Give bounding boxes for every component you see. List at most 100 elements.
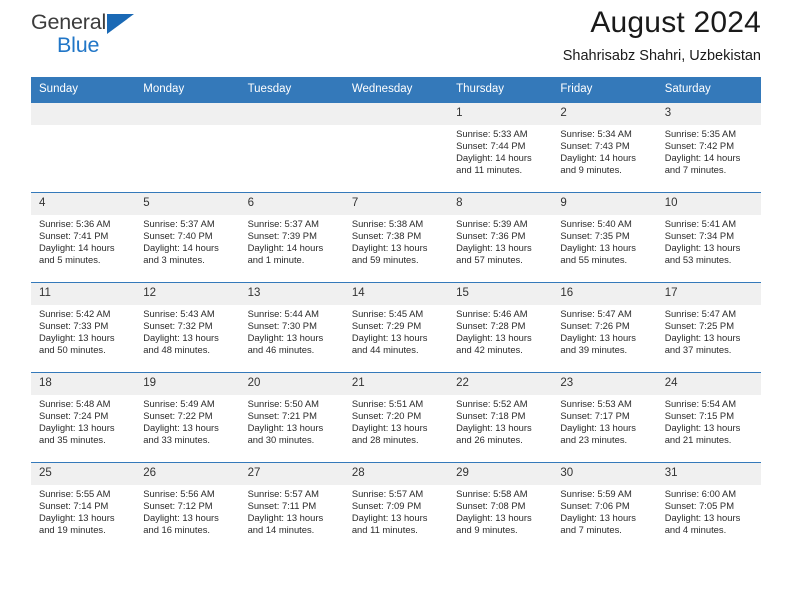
calendar-day-cell[interactable]: 18 Sunrise: 5:48 AM Sunset: 7:24 PM Dayligh… [31, 372, 136, 463]
daylight-duration: Daylight: 13 hours and 19 minutes. [39, 512, 115, 536]
day-details: Sunrise: 5:45 AM Sunset: 7:29 PM Daylight:… [344, 305, 448, 356]
calendar-day-cell[interactable]: 12 Sunrise: 5:43 AM Sunset: 7:32 PM Dayligh… [135, 282, 240, 373]
calendar-day-cell[interactable]: 16 Sunrise: 5:47 AM Sunset: 7:26 PM Dayligh… [552, 282, 657, 373]
calendar-day-cell[interactable]: 20 Sunrise: 5:50 AM Sunset: 7:21 PM Dayligh… [239, 372, 344, 463]
sunset-time: Sunset: 7:22 PM [143, 410, 213, 422]
day-details: Sunrise: 5:58 AM Sunset: 7:08 PM Daylight:… [448, 485, 552, 536]
sunrise-time: Sunrise: 5:51 AM [351, 398, 424, 409]
sunset-time: Sunset: 7:17 PM [560, 410, 630, 422]
calendar-day-cell[interactable]: 5 Sunrise: 5:37 AM Sunset: 7:40 PM Daylight… [135, 192, 240, 283]
day-number: 10 [656, 193, 761, 215]
day-number: 2 [552, 103, 657, 125]
daylight-duration: Daylight: 14 hours and 1 minute. [247, 242, 324, 266]
day-details: Sunrise: 5:43 AM Sunset: 7:32 PM Daylight:… [135, 305, 239, 356]
sunrise-time: Sunrise: 5:50 AM [247, 398, 319, 409]
day-details: Sunrise: 5:39 AM Sunset: 7:36 PM Daylight:… [448, 215, 552, 266]
calendar-day-cell[interactable]: 7 Sunrise: 5:38 AM Sunset: 7:38 PM Daylight… [343, 192, 449, 283]
sunset-time: Sunset: 7:15 PM [664, 410, 734, 422]
generalblue-logo[interactable]: General Blue [31, 11, 151, 57]
calendar-day-cell[interactable]: 30 Sunrise: 5:59 AM Sunset: 7:06 PM Dayligh… [552, 462, 657, 552]
calendar-day-cell[interactable]: 6 Sunrise: 5:37 AM Sunset: 7:39 PM Daylight… [239, 192, 344, 283]
daylight-duration: Daylight: 13 hours and 9 minutes. [456, 512, 532, 536]
sunrise-time: Sunrise: 5:42 AM [39, 308, 111, 319]
sunrise-time: Sunrise: 6:00 AM [664, 488, 737, 499]
day-details: Sunrise: 5:59 AM Sunset: 7:06 PM Daylight:… [552, 485, 656, 536]
daylight-duration: Daylight: 13 hours and 11 minutes. [351, 512, 428, 536]
calendar-day-cell[interactable]: 22 Sunrise: 5:52 AM Sunset: 7:18 PM Dayligh… [448, 372, 553, 463]
day-details: Sunrise: 5:35 AM Sunset: 7:42 PM Daylight:… [657, 125, 761, 176]
sunset-time: Sunset: 7:39 PM [247, 230, 317, 242]
calendar-day-cell[interactable]: 27 Sunrise: 5:57 AM Sunset: 7:11 PM Dayligh… [239, 462, 344, 552]
calendar-day-cell[interactable]: 3 Sunrise: 5:35 AM Sunset: 7:42 PM Daylight… [656, 102, 761, 193]
day-details: Sunrise: 5:56 AM Sunset: 7:12 PM Daylight:… [135, 485, 239, 536]
sunrise-time: Sunrise: 5:38 AM [351, 218, 424, 229]
calendar-day-cell[interactable]: 14 Sunrise: 5:45 AM Sunset: 7:29 PM Dayligh… [343, 282, 449, 373]
calendar-day-cell[interactable]: 19 Sunrise: 5:49 AM Sunset: 7:22 PM Dayligh… [135, 372, 240, 463]
day-details: Sunrise: 5:42 AM Sunset: 7:33 PM Daylight:… [31, 305, 135, 356]
day-details: Sunrise: 5:38 AM Sunset: 7:38 PM Daylight:… [344, 215, 448, 266]
day-number: 9 [552, 193, 657, 215]
day-number: 18 [31, 373, 136, 395]
day-number: 27 [239, 463, 344, 485]
day-number: 5 [135, 193, 240, 215]
sunrise-time: Sunrise: 5:39 AM [456, 218, 528, 229]
calendar-day-cell[interactable]: 10 Sunrise: 5:41 AM Sunset: 7:34 PM Dayligh… [656, 192, 761, 283]
day-details: Sunrise: 5:37 AM Sunset: 7:40 PM Daylight:… [135, 215, 239, 266]
calendar-day-cell[interactable]: 24 Sunrise: 5:54 AM Sunset: 7:15 PM Dayligh… [656, 372, 761, 463]
daylight-duration: Daylight: 13 hours and 37 minutes. [664, 332, 741, 356]
page-subtitle: Shahrisabz Shahri, Uzbekistan [562, 48, 761, 64]
day-details: Sunrise: 5:40 AM Sunset: 7:35 PM Daylight:… [552, 215, 656, 266]
sunrise-time: Sunrise: 5:40 AM [560, 218, 632, 229]
day-number: 11 [31, 283, 136, 305]
day-number: 28 [343, 463, 449, 485]
day-number: 7 [343, 193, 449, 215]
sunset-time: Sunset: 7:11 PM [247, 500, 317, 512]
day-number [343, 103, 449, 125]
calendar-day-cell[interactable]: 4 Sunrise: 5:36 AM Sunset: 7:41 PM Daylight… [31, 192, 136, 283]
sunset-time: Sunset: 7:34 PM [664, 230, 734, 242]
day-details: Sunrise: 5:53 AM Sunset: 7:17 PM Daylight:… [552, 395, 656, 446]
calendar-cell-empty [31, 102, 136, 193]
calendar-day-cell[interactable]: 23 Sunrise: 5:53 AM Sunset: 7:17 PM Dayligh… [552, 372, 657, 463]
calendar-day-cell[interactable]: 11 Sunrise: 5:42 AM Sunset: 7:33 PM Dayligh… [31, 282, 136, 373]
sunrise-time: Sunrise: 5:59 AM [560, 488, 632, 499]
day-number [239, 103, 344, 125]
calendar-day-cell[interactable]: 2 Sunrise: 5:34 AM Sunset: 7:43 PM Daylight… [552, 102, 657, 193]
calendar-day-cell[interactable]: 29 Sunrise: 5:58 AM Sunset: 7:08 PM Dayligh… [448, 462, 553, 552]
calendar-day-cell[interactable]: 31 Sunrise: 6:00 AM Sunset: 7:05 PM Dayligh… [656, 462, 761, 552]
calendar-day-cell[interactable]: 1 Sunrise: 5:33 AM Sunset: 7:44 PM Daylight… [448, 102, 553, 193]
calendar-day-cell[interactable]: 17 Sunrise: 5:47 AM Sunset: 7:25 PM Dayligh… [656, 282, 761, 373]
daylight-duration: Daylight: 13 hours and 35 minutes. [39, 422, 115, 446]
weekday-header-saturday: Saturday [656, 77, 761, 103]
sunrise-time: Sunrise: 5:44 AM [247, 308, 319, 319]
daylight-duration: Daylight: 13 hours and 16 minutes. [143, 512, 219, 536]
weekday-header-sunday: Sunday [31, 77, 136, 103]
sunset-time: Sunset: 7:26 PM [560, 320, 630, 332]
calendar-day-cell[interactable]: 21 Sunrise: 5:51 AM Sunset: 7:20 PM Dayligh… [343, 372, 449, 463]
day-details: Sunrise: 5:33 AM Sunset: 7:44 PM Daylight:… [448, 125, 552, 176]
sunset-time: Sunset: 7:09 PM [351, 500, 422, 512]
daylight-duration: Daylight: 13 hours and 42 minutes. [456, 332, 532, 356]
calendar-day-cell[interactable]: 8 Sunrise: 5:39 AM Sunset: 7:36 PM Daylight… [448, 192, 553, 283]
sunset-time: Sunset: 7:42 PM [664, 140, 734, 152]
title-block: August 2024 Shahrisabz Shahri, Uzbekista… [563, 4, 761, 66]
calendar-day-cell[interactable]: 13 Sunrise: 5:44 AM Sunset: 7:30 PM Dayligh… [239, 282, 344, 373]
day-details: Sunrise: 5:57 AM Sunset: 7:11 PM Daylight:… [240, 485, 344, 536]
sunset-time: Sunset: 7:25 PM [664, 320, 734, 332]
calendar-day-cell[interactable]: 15 Sunrise: 5:46 AM Sunset: 7:28 PM Dayligh… [448, 282, 553, 373]
day-number: 25 [31, 463, 136, 485]
sunset-time: Sunset: 7:40 PM [143, 230, 213, 242]
calendar-day-cell[interactable]: 9 Sunrise: 5:40 AM Sunset: 7:35 PM Daylight… [552, 192, 657, 283]
calendar-cell-empty [239, 102, 344, 193]
sunset-time: Sunset: 7:38 PM [351, 230, 422, 242]
daylight-duration: Daylight: 13 hours and 46 minutes. [247, 332, 324, 356]
day-number: 3 [656, 103, 761, 125]
calendar-day-cell[interactable]: 26 Sunrise: 5:56 AM Sunset: 7:12 PM Dayligh… [135, 462, 240, 552]
day-number: 26 [135, 463, 240, 485]
sunset-time: Sunset: 7:43 PM [560, 140, 630, 152]
calendar-day-cell[interactable]: 28 Sunrise: 5:57 AM Sunset: 7:09 PM Dayligh… [343, 462, 449, 552]
daylight-duration: Daylight: 13 hours and 4 minutes. [664, 512, 741, 536]
calendar-day-cell[interactable]: 25 Sunrise: 5:55 AM Sunset: 7:14 PM Dayligh… [31, 462, 136, 552]
daylight-duration: Daylight: 14 hours and 9 minutes. [560, 152, 636, 176]
day-details: Sunrise: 5:41 AM Sunset: 7:34 PM Daylight:… [657, 215, 761, 266]
